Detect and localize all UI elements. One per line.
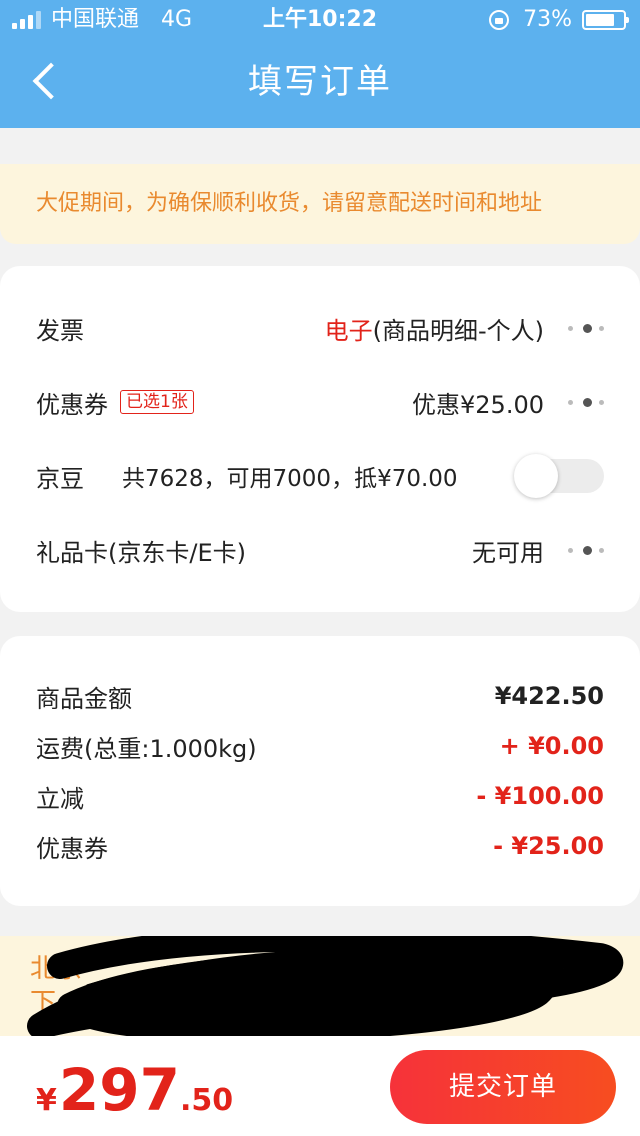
- price-currency: ¥: [36, 1083, 57, 1118]
- shipping-row: 运费(总重:1.000kg) + ¥0.00: [36, 726, 604, 766]
- page-title: 填写订单: [248, 62, 392, 102]
- goods-amount-label: 商品金额: [36, 684, 132, 713]
- price-decimal: .50: [179, 1083, 234, 1118]
- coupon-discount-row: 优惠券 - ¥25.00: [36, 826, 604, 866]
- redaction-scribble: [27, 936, 624, 1036]
- discount-label: 立减: [36, 784, 84, 813]
- more-dots-icon[interactable]: [568, 545, 604, 555]
- shipping-label: 运费(总重:1.000kg): [36, 734, 257, 763]
- more-dots-icon[interactable]: [568, 397, 604, 407]
- status-bar: 中国联通 4G 上午10:22 73%: [0, 0, 640, 40]
- more-dots-icon[interactable]: [568, 323, 604, 333]
- gift-card-label: 礼品卡(京东卡/E卡): [36, 538, 246, 567]
- nav-bar: 填写订单: [0, 40, 640, 128]
- delivery-address-strip[interactable]: 北京 下: [0, 936, 640, 1036]
- toggle-knob: [514, 454, 558, 498]
- beans-toggle[interactable]: [514, 454, 604, 498]
- discount-value: - ¥100.00: [476, 782, 604, 810]
- coupon-row[interactable]: 优惠券 已选1张 优惠¥25.00: [36, 377, 604, 427]
- goods-amount-row: 商品金额 ¥422.50: [36, 676, 604, 716]
- beans-row: 京豆 共7628，可用7000，抵¥70.00: [36, 451, 604, 501]
- coupon-discount-label: 优惠券: [36, 834, 108, 863]
- invoice-row[interactable]: 发票 电子(商品明细-个人): [36, 303, 604, 353]
- goods-amount-value: ¥422.50: [494, 682, 604, 710]
- battery-icon: [582, 10, 629, 30]
- coupon-label: 优惠券: [36, 390, 108, 419]
- beans-info: 共7628，可用7000，抵¥70.00: [122, 466, 458, 492]
- beans-label: 京豆: [36, 464, 84, 493]
- discount-row: 立减 - ¥100.00: [36, 776, 604, 816]
- invoice-detail: (商品明细-个人): [372, 316, 544, 345]
- gift-card-row[interactable]: 礼品卡(京东卡/E卡) 无可用: [36, 525, 604, 575]
- coupon-discount-value: - ¥25.00: [493, 832, 604, 860]
- checkout-bar: ¥ 297 .50 提交订单: [0, 1036, 640, 1136]
- status-right: 73%: [489, 0, 629, 40]
- coupon-value: 优惠¥25.00: [412, 390, 544, 419]
- coupon-selected-badge: 已选1张: [120, 390, 194, 414]
- price-integer: 297: [58, 1056, 180, 1124]
- invoice-value: 电子(商品明细-个人): [325, 311, 544, 346]
- gift-card-value: 无可用: [472, 538, 544, 567]
- submit-order-button[interactable]: 提交订单: [390, 1050, 616, 1124]
- app-header: 中国联通 4G 上午10:22 73% 填写订单: [0, 0, 640, 128]
- delivery-notice: 大促期间，为确保顺利收货，请留意配送时间和地址: [0, 164, 640, 244]
- rotation-lock-icon: [489, 10, 510, 30]
- battery-percent: 73%: [523, 7, 572, 32]
- order-options-card: 发票 电子(商品明细-个人) 优惠券 已选1张 优惠¥25.00 京豆 共762…: [0, 266, 640, 612]
- invoice-type: 电子: [324, 316, 373, 345]
- shipping-value: + ¥0.00: [499, 732, 604, 760]
- invoice-label: 发票: [36, 316, 84, 345]
- total-price: ¥ 297 .50: [36, 1056, 233, 1124]
- price-summary-card: 商品金额 ¥422.50 运费(总重:1.000kg) + ¥0.00 立减 -…: [0, 636, 640, 906]
